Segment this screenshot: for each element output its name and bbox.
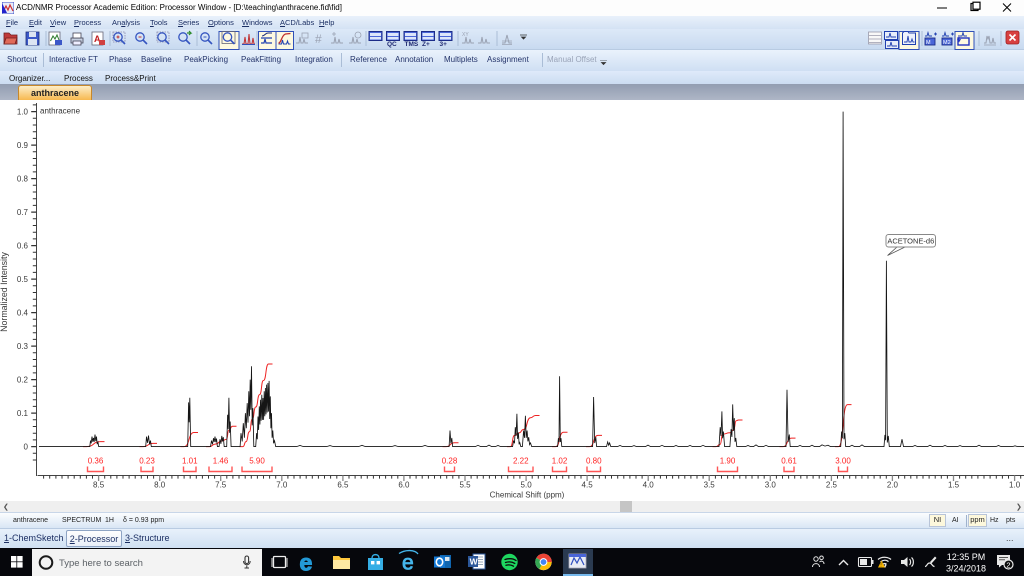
svg-text:0.5: 0.5 — [17, 275, 29, 284]
svg-text:0.7: 0.7 — [17, 208, 29, 217]
svg-text:Z+: Z+ — [422, 41, 430, 48]
svg-text:XY: XY — [462, 32, 469, 38]
svg-text:0.23: 0.23 — [139, 457, 155, 466]
svg-text:Type here to search: Type here to search — [59, 558, 143, 569]
svg-text:6.0: 6.0 — [398, 481, 410, 490]
svg-text:1.90: 1.90 — [720, 457, 736, 466]
svg-text:2.5: 2.5 — [826, 481, 838, 490]
svg-text:3.00: 3.00 — [835, 457, 851, 466]
svg-text:2.22: 2.22 — [513, 457, 529, 466]
svg-text:W: W — [470, 557, 479, 567]
svg-text:1.02: 1.02 — [552, 457, 568, 466]
svg-text:5.90: 5.90 — [249, 457, 265, 466]
svg-text:0.1: 0.1 — [17, 409, 29, 418]
svg-text:0.80: 0.80 — [586, 457, 602, 466]
svg-text:1.0: 1.0 — [1009, 481, 1021, 490]
svg-text:QC: QC — [387, 41, 397, 48]
svg-text:#: # — [315, 32, 322, 46]
svg-text:0.6: 0.6 — [17, 241, 29, 250]
svg-text:3.5: 3.5 — [704, 481, 716, 490]
svg-text:5.5: 5.5 — [459, 481, 471, 490]
svg-text:anthracene: anthracene — [40, 107, 81, 116]
svg-text:4.5: 4.5 — [582, 481, 594, 490]
svg-text:M2: M2 — [943, 40, 951, 46]
svg-text:3/24/2018: 3/24/2018 — [946, 564, 986, 574]
svg-text:0.3: 0.3 — [17, 342, 29, 351]
svg-text:e: e — [300, 550, 313, 576]
svg-text:1.01: 1.01 — [182, 457, 198, 466]
svg-text:7.0: 7.0 — [276, 481, 288, 490]
svg-text:1.0: 1.0 — [17, 107, 29, 116]
svg-text:7.5: 7.5 — [215, 481, 227, 490]
svg-text:0: 0 — [24, 442, 29, 451]
svg-text:Chemical Shift (ppm): Chemical Shift (ppm) — [490, 491, 565, 500]
svg-text:12:35 PM: 12:35 PM — [947, 552, 986, 562]
svg-text:5.0: 5.0 — [521, 481, 533, 490]
svg-text:M: M — [926, 40, 931, 46]
svg-text:8.0: 8.0 — [154, 481, 166, 490]
svg-text:8.5: 8.5 — [93, 481, 105, 490]
svg-text:0.4: 0.4 — [17, 308, 29, 317]
svg-text:2.0: 2.0 — [887, 481, 899, 490]
svg-text:0.8: 0.8 — [17, 174, 29, 183]
svg-text:4.0: 4.0 — [643, 481, 655, 490]
svg-text:1.46: 1.46 — [213, 457, 229, 466]
svg-text:3+: 3+ — [440, 41, 448, 48]
svg-text:1.5: 1.5 — [948, 481, 960, 490]
svg-text:0.9: 0.9 — [17, 141, 29, 150]
svg-text:2: 2 — [1006, 560, 1010, 569]
svg-text:3.0: 3.0 — [765, 481, 777, 490]
svg-text:0.36: 0.36 — [88, 457, 104, 466]
svg-text:0.61: 0.61 — [781, 457, 797, 466]
svg-text:Normalized Intensity: Normalized Intensity — [0, 252, 9, 332]
svg-text:6.5: 6.5 — [337, 481, 349, 490]
svg-text:0.2: 0.2 — [17, 375, 29, 384]
svg-text:ACETONE-d6: ACETONE-d6 — [887, 237, 934, 246]
svg-text:0.28: 0.28 — [442, 457, 458, 466]
svg-text:e: e — [402, 552, 414, 575]
svg-text:TMS: TMS — [405, 41, 419, 48]
